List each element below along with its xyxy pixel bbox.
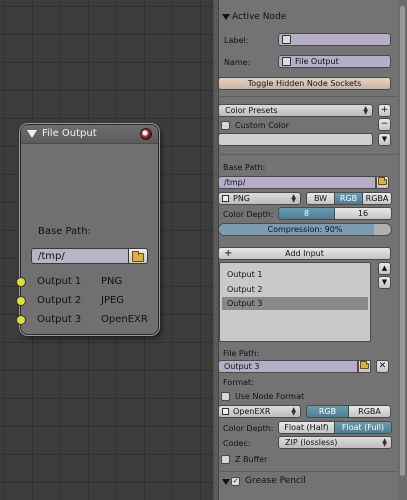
color-mode-rgba-button[interactable]: RGBA xyxy=(362,192,392,205)
preview-sphere-icon[interactable] xyxy=(140,128,152,140)
input-name: Output 1 xyxy=(37,276,82,287)
remove-preset-minus-icon[interactable]: − xyxy=(378,118,391,131)
updown-arrows-icon: ▲ ▼ xyxy=(382,437,387,448)
collapse-arrow-icon[interactable] xyxy=(222,479,230,485)
move-up-arrow-icon[interactable]: ▲ xyxy=(378,262,391,275)
base-path-input[interactable]: /tmp/ xyxy=(218,176,376,189)
input-socket[interactable] xyxy=(16,277,26,287)
node-input-row: Output 2 JPEG xyxy=(16,294,160,310)
file-path-input[interactable]: Output 3 xyxy=(218,360,358,373)
name-field-label: Name: xyxy=(224,58,251,67)
codec-dropdown[interactable]: ZIP (lossless) ▲ ▼ xyxy=(278,436,392,449)
input-format: JPEG xyxy=(101,295,125,306)
compression-label: Compression: 90% xyxy=(267,225,343,234)
file-color-rgba-button[interactable]: RGBA xyxy=(348,405,391,418)
format-label: Format: xyxy=(223,378,254,387)
base-path-label: Base Path: xyxy=(223,163,266,172)
node-icon xyxy=(282,35,291,44)
color-presets-dropdown[interactable]: Color Presets ▲ ▼ xyxy=(218,104,373,117)
input-socket[interactable] xyxy=(16,296,26,306)
section-title-active-node[interactable]: Active Node xyxy=(232,12,286,22)
file-format-dropdown[interactable]: OpenEXR ▲ ▼ xyxy=(218,405,301,418)
node-icon xyxy=(282,57,291,66)
image-icon xyxy=(222,195,229,202)
add-input-button[interactable]: + Add Input xyxy=(218,247,391,260)
float-full-button[interactable]: Float (Full) xyxy=(334,421,392,434)
file-path-label: File Path: xyxy=(223,349,260,358)
section-title-grease-pencil[interactable]: Grease Pencil xyxy=(245,476,306,486)
use-node-format-checkbox[interactable] xyxy=(221,392,230,401)
zbuffer-label: Z Buffer xyxy=(235,455,268,464)
file-format-value: OpenEXR xyxy=(233,407,271,416)
folder-icon xyxy=(132,251,144,262)
custom-color-checkbox[interactable] xyxy=(221,121,230,130)
file-browse-button[interactable] xyxy=(358,360,371,373)
file-color-depth-label: Color Depth: xyxy=(223,424,274,433)
divider xyxy=(214,471,398,472)
grease-pencil-checkbox[interactable]: ✓ xyxy=(231,477,240,486)
use-node-format-label: Use Node Format xyxy=(235,392,305,401)
node-title: File Output xyxy=(42,128,97,139)
updown-arrows-icon: ▲ ▼ xyxy=(291,406,296,417)
node-base-path-field[interactable]: /tmp/ xyxy=(31,248,138,264)
codec-label: Codec: xyxy=(223,439,251,448)
float-half-button[interactable]: Float (Half) xyxy=(278,421,335,434)
image-icon xyxy=(222,408,229,415)
plus-icon: + xyxy=(224,248,233,259)
panel-scrollbar[interactable] xyxy=(398,0,407,500)
label-field-label: Label: xyxy=(224,36,249,45)
remove-input-x-icon[interactable]: ✕ xyxy=(376,360,389,373)
color-mode-rgb-button[interactable]: RGB xyxy=(334,192,363,205)
image-format-dropdown[interactable]: PNG ▲ ▼ xyxy=(218,192,301,205)
input-name: Output 2 xyxy=(37,295,82,306)
dropdown-arrow-icon[interactable]: ▼ xyxy=(378,133,391,146)
color-mode-bw-button[interactable]: BW xyxy=(306,192,335,205)
move-down-arrow-icon[interactable]: ▼ xyxy=(378,276,391,289)
scrollbar-thumb[interactable] xyxy=(400,6,405,476)
list-item[interactable]: Output 1 xyxy=(222,268,368,281)
node-input-row: Output 3 OpenEXR xyxy=(16,313,160,329)
image-format-value: PNG xyxy=(233,194,251,203)
name-value: File Output xyxy=(295,57,339,66)
zbuffer-checkbox[interactable] xyxy=(221,455,230,464)
codec-value: ZIP (lossless) xyxy=(285,438,338,447)
collapse-triangle-icon[interactable] xyxy=(27,130,37,138)
list-item-selected[interactable]: Output 3 xyxy=(222,297,368,310)
color-depth-16-button[interactable]: 16 xyxy=(334,207,392,220)
folder-icon xyxy=(378,177,387,185)
toggle-hidden-sockets-button[interactable]: Toggle Hidden Node Sockets xyxy=(218,77,391,90)
node-header[interactable]: File Output xyxy=(21,125,158,144)
name-input[interactable]: File Output xyxy=(278,55,391,68)
node-base-path-label: Base Path: xyxy=(38,226,91,237)
color-depth-label: Color Depth: xyxy=(223,210,274,219)
input-socket[interactable] xyxy=(16,315,26,325)
color-depth-8-button[interactable]: 8 xyxy=(278,207,335,220)
divider xyxy=(218,96,406,97)
divider xyxy=(218,154,406,155)
input-format: OpenEXR xyxy=(101,314,148,325)
custom-color-swatch[interactable] xyxy=(218,133,373,146)
file-color-rgb-button[interactable]: RGB xyxy=(306,405,349,418)
node-file-browse-button[interactable] xyxy=(128,248,148,264)
file-output-node[interactable]: File Output Base Path: /tmp/ Output 1 PN… xyxy=(16,124,160,335)
color-presets-label: Color Presets xyxy=(225,106,278,115)
file-browse-button[interactable] xyxy=(376,176,389,189)
input-list[interactable]: Output 1 Output 2 Output 3 xyxy=(219,262,371,342)
collapse-arrow-icon[interactable] xyxy=(222,14,230,20)
add-preset-plus-icon[interactable]: + xyxy=(378,104,391,117)
list-item[interactable]: Output 2 xyxy=(222,283,368,296)
folder-icon xyxy=(360,361,369,369)
custom-color-label: Custom Color xyxy=(235,121,290,130)
node-input-row: Output 1 PNG xyxy=(16,275,160,291)
input-name: Output 3 xyxy=(37,314,82,325)
add-input-label: Add Input xyxy=(285,249,324,258)
updown-arrows-icon: ▲ ▼ xyxy=(363,105,368,116)
input-format: PNG xyxy=(101,276,123,287)
compression-slider[interactable]: Compression: 90% xyxy=(218,223,392,236)
node-base-path-value: /tmp/ xyxy=(38,251,65,262)
label-input[interactable] xyxy=(278,33,391,46)
updown-arrows-icon: ▲ ▼ xyxy=(291,193,296,204)
